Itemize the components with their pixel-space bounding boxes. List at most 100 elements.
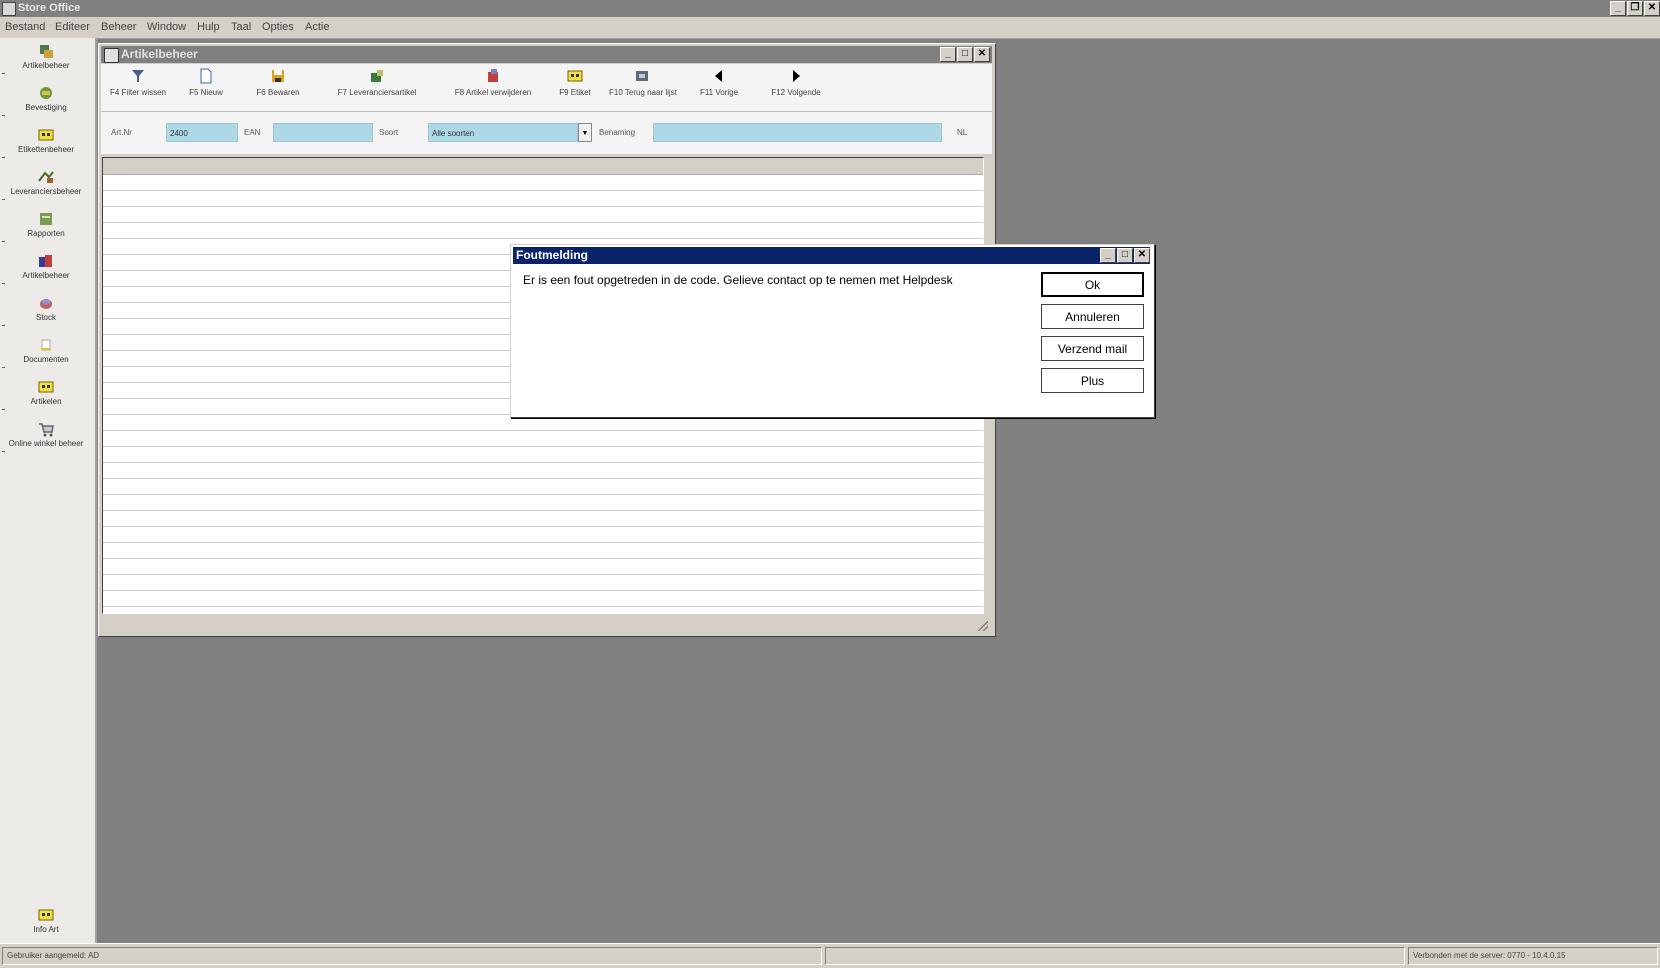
sidebar-item-label: Bevestiging [25, 103, 67, 112]
ok-button[interactable]: Ok [1041, 272, 1144, 297]
manage-icon [39, 255, 52, 267]
window-status-bar [101, 616, 992, 634]
confirm-icon [40, 87, 52, 99]
sidebar-item-artikelbeheer-2[interactable]: Artikelbeheer [0, 250, 92, 290]
sidebar-item-documenten[interactable]: Documenten [0, 334, 92, 374]
previous-icon [715, 70, 722, 82]
grid-header [103, 158, 983, 175]
sidebar-item-artikelbeheer[interactable]: Artikelbeheer [0, 40, 92, 80]
back-list-icon [636, 71, 648, 81]
sidebar-divider [2, 199, 5, 200]
dialog-title: Foutmelding [516, 248, 588, 262]
nieuw-button[interactable]: F5 Nieuw [181, 66, 231, 106]
toolbar-label: F9 Etiket [559, 88, 591, 97]
send-mail-button[interactable]: Verzend mail [1041, 336, 1144, 361]
sidebar-item-artikelen[interactable]: Artikelen [0, 376, 92, 416]
new-icon [200, 68, 212, 84]
menu-bestand[interactable]: Bestand [5, 21, 45, 33]
sidebar-item-rapporten[interactable]: Rapporten [0, 208, 92, 248]
menu-window[interactable]: Window [147, 21, 186, 33]
sidebar-divider [2, 409, 5, 410]
toolbar-label: F12 Volgende [771, 88, 821, 97]
menu-beheer[interactable]: Beheer [101, 21, 136, 33]
sidebar-item-leveranciersbeheer[interactable]: Leveranciersbeheer [0, 166, 92, 206]
toolbar-label: F4 Filter wissen [109, 88, 166, 97]
etiket-button[interactable]: F9 Etiket [553, 66, 597, 106]
vorige-button[interactable]: F11 Vorige [691, 66, 747, 106]
stock-icon [40, 299, 52, 309]
filter-wissen-button[interactable]: F4 Filter wissen [109, 66, 167, 106]
sidebar-item-label: Leveranciersbeheer [10, 187, 82, 196]
menu-actie[interactable]: Actie [305, 21, 329, 33]
sidebar-item-label: Artikelbeheer [22, 271, 70, 280]
ean-input[interactable] [273, 123, 373, 142]
plus-button[interactable]: Plus [1041, 368, 1144, 393]
terug-naar-lijst-button[interactable]: F10 Terug naar lijst [609, 66, 677, 106]
artnr-label: Art.Nr [111, 128, 132, 137]
supplier-article-icon [371, 70, 383, 82]
close-icon[interactable]: ✕ [1134, 248, 1150, 263]
toolbar-label: F8 Artikel verwijderen [454, 88, 532, 97]
menu-opties[interactable]: Opties [262, 21, 294, 33]
sidebar-item-label: Online winkel beheer [8, 439, 84, 448]
minimize-icon[interactable]: _ [1610, 1, 1626, 16]
menu-editeer[interactable]: Editeer [55, 21, 90, 33]
window-icon [104, 48, 119, 63]
soort-select[interactable]: Alle soorten [428, 123, 578, 142]
sidebar-divider [2, 115, 5, 116]
filter-icon [132, 70, 144, 82]
cart-icon [39, 423, 54, 437]
toolbar-label: F10 Terug naar lijst [609, 88, 677, 97]
menu-bar: Bestand Editeer Beheer Window Hulp Taal … [0, 17, 1660, 39]
status-user: Gebruiker aangemeld: AD [2, 947, 822, 965]
sidebar-item-label: Info Art [33, 925, 59, 934]
toolbar-label: F7 Leveranciersartikel [337, 88, 417, 97]
ean-label: EAN [244, 128, 261, 137]
benaming-input[interactable] [653, 123, 942, 142]
maximize-icon[interactable]: □ [1117, 248, 1133, 263]
sidebar-item-label: Stock [35, 313, 56, 322]
menu-hulp[interactable]: Hulp [197, 21, 220, 33]
sidebar-divider [2, 241, 5, 242]
sidebar-item-bevestiging[interactable]: Bevestiging [0, 82, 92, 122]
sidebar: Artikelbeheer Bevestiging Etikettenbehee… [0, 38, 97, 943]
supplier-icon [38, 171, 54, 183]
status-server: Verbonden met de server: 0770 - 10.4.0.1… [1408, 947, 1658, 965]
chevron-down-icon[interactable]: ▼ [578, 123, 592, 142]
app-icon [2, 2, 16, 16]
bewaren-button[interactable]: F6 Bewaren [247, 66, 309, 106]
window-title-bar[interactable]: Artikelbeheer _ □ ✕ [101, 46, 992, 63]
language-label: NL [957, 128, 968, 137]
sidebar-item-info-art[interactable]: Info Art [0, 904, 92, 944]
restore-icon[interactable]: ❐ [1627, 1, 1643, 16]
menu-taal[interactable]: Taal [231, 21, 251, 33]
sidebar-item-online-winkel[interactable]: Online winkel beheer [0, 418, 92, 458]
sidebar-divider [2, 73, 5, 74]
sidebar-item-label: Artikelen [30, 397, 62, 406]
maximize-icon[interactable]: □ [957, 47, 973, 62]
artikel-verwijderen-button[interactable]: F8 Artikel verwijderen [443, 66, 543, 106]
minimize-icon[interactable]: _ [1100, 248, 1116, 263]
sidebar-item-label: Etikettenbeheer [17, 145, 75, 154]
leveranciersartikel-button[interactable]: F7 Leveranciersartikel [323, 66, 431, 106]
sidebar-item-label: Rapporten [27, 229, 65, 238]
benaming-label: Benaming [599, 128, 636, 137]
artnr-input[interactable]: 2400 [166, 123, 238, 142]
toolbar: F4 Filter wissen F5 Nieuw F6 Bewaren F7 … [101, 64, 992, 112]
close-icon[interactable]: ✕ [974, 47, 990, 62]
save-icon [272, 70, 284, 82]
app-title: Store Office [18, 2, 81, 14]
dialog-title-bar[interactable]: Foutmelding _ □ ✕ [513, 247, 1150, 264]
window-title: Artikelbeheer [121, 47, 198, 61]
minimize-icon[interactable]: _ [940, 47, 956, 62]
sidebar-item-etikettenbeheer[interactable]: Etikettenbeheer [0, 124, 92, 164]
volgende-button[interactable]: F12 Volgende [761, 66, 831, 106]
app-title-bar: Store Office _ ❐ ✕ [0, 0, 1660, 17]
sidebar-item-stock[interactable]: Stock [0, 292, 92, 332]
close-icon[interactable]: ✕ [1644, 1, 1660, 16]
error-message: Er is een fout opgetreden in de code. Ge… [523, 273, 953, 287]
resize-grip-icon[interactable] [978, 621, 988, 631]
toolbar-label: F5 Nieuw [189, 88, 223, 97]
sidebar-divider [2, 367, 5, 368]
cancel-button[interactable]: Annuleren [1041, 304, 1144, 329]
